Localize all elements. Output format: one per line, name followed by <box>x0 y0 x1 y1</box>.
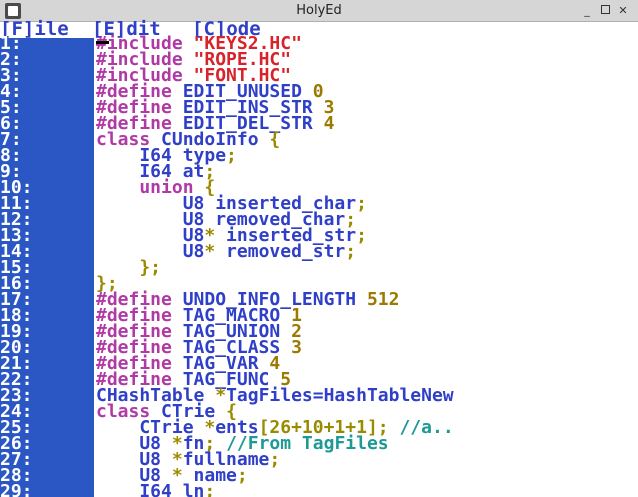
code-line[interactable]: 29: I64 ln; <box>0 481 638 497</box>
code-token: ; <box>356 225 367 246</box>
code-token: ; <box>226 145 237 166</box>
code-token: //a.. <box>399 417 454 438</box>
code-token: removed_str <box>215 241 346 262</box>
code-token: 512 <box>366 289 400 310</box>
maximize-button[interactable] <box>598 4 612 18</box>
minimize-button[interactable]: _ <box>580 4 594 18</box>
code-token: ; <box>204 481 216 497</box>
code-token: 3 <box>291 337 302 358</box>
line-number: 29: <box>0 481 33 497</box>
code-token: TagFiles=HashTableNew <box>226 385 454 406</box>
code-token: ; <box>269 449 281 470</box>
code-text[interactable]: I64 ln; <box>96 481 216 497</box>
maximize-icon <box>600 5 610 14</box>
code-token: * <box>204 241 216 262</box>
text-cursor <box>96 41 109 44</box>
code-token: 4 <box>323 113 335 134</box>
close-button[interactable]: ✕ <box>616 4 630 18</box>
holyed-window: HolyEd _ ✕ [F]ile [E]dit [C]ode 1: #inclu… <box>0 0 638 497</box>
code-token: ; <box>345 241 357 262</box>
code-token: I64 ln <box>96 481 205 497</box>
code-token: ; <box>236 465 248 486</box>
editor-area[interactable]: [F]ile [E]dit [C]ode 1: #include "KEYS2.H… <box>0 20 638 497</box>
code-token: { <box>269 129 281 150</box>
window-title: HolyEd <box>296 3 342 18</box>
code-token: ; <box>356 193 367 214</box>
